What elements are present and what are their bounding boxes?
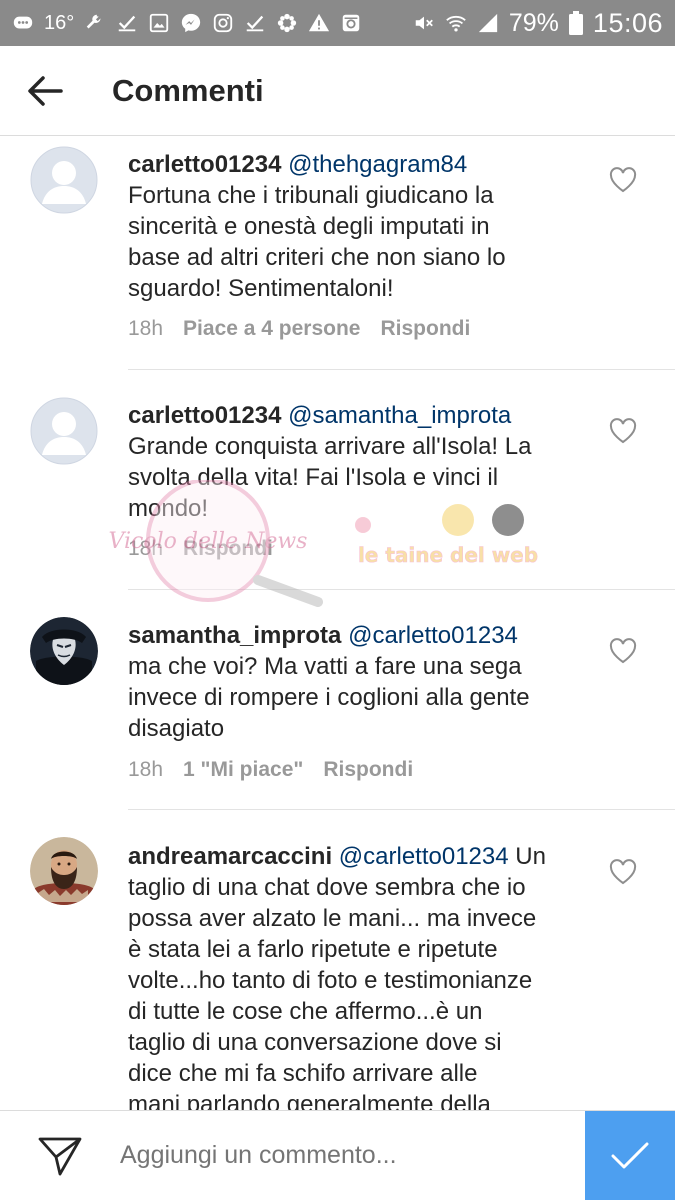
comment-line: invece di rompere i coglioni alla gente: [128, 684, 530, 711]
heart-icon[interactable]: [609, 167, 637, 193]
comment-mention[interactable]: @samantha_improta: [288, 402, 511, 429]
comment-line: Fortuna che i tribunali giudicano la: [128, 182, 494, 209]
comment-meta: 18h 1 "Mi piace" Rispondi: [128, 758, 413, 782]
comment-mention[interactable]: @thehgagram84: [288, 151, 467, 178]
comment-meta: 18h Rispondi: [128, 537, 273, 561]
comment-line: è stata lei a farlo ripetute e ripetute: [128, 936, 498, 963]
comment-text: carletto01234 @samantha_improta Grande c…: [128, 400, 588, 524]
avatar[interactable]: [30, 617, 98, 685]
mute-icon: [415, 16, 433, 30]
comment-line: Grande conquista arrivare all'Isola! La: [128, 433, 532, 460]
chat-bubble-icon: [13, 16, 33, 29]
comment-time: 18h: [128, 317, 164, 340]
comments-list[interactable]: carletto01234 @thehgagram84 Fortuna che …: [0, 137, 675, 1110]
comment-line: sincerità e onestà degli imputati in: [128, 213, 490, 240]
back-button[interactable]: [0, 46, 90, 136]
comment-time: 18h: [128, 537, 164, 560]
comment-username[interactable]: andreamarcaccini: [128, 843, 332, 870]
default-avatar-icon: [30, 146, 98, 214]
reply-button[interactable]: Rispondi: [380, 317, 470, 341]
comment-line: sguardo! Sentimentaloni!: [128, 275, 394, 302]
default-avatar-icon: [30, 397, 98, 465]
comment-line: disagiato: [128, 715, 225, 742]
divider: [128, 809, 675, 810]
comment-line: base ad altri criteri che non siano lo: [128, 244, 506, 271]
divider: [128, 589, 675, 590]
wrench-icon: [87, 14, 101, 29]
avatar[interactable]: [30, 837, 98, 905]
comment-composer: [0, 1110, 675, 1200]
check-download-icon-2: [247, 15, 264, 32]
reply-button[interactable]: Rispondi: [323, 758, 413, 782]
avatar[interactable]: [30, 146, 98, 214]
instagram-icon-2: [343, 14, 360, 32]
comment-username[interactable]: samantha_improta: [128, 622, 341, 649]
comment-line: volte...ho tanto di foto e testimonianze: [128, 967, 533, 994]
comment-line: taglio di una chat dove sembra che io: [128, 874, 526, 901]
comment-text: andreamarcaccini @carletto01234 Un tagli…: [128, 841, 588, 1110]
clock-time: 15:06: [592, 7, 663, 38]
flower-icon: [278, 13, 297, 33]
gallery-icon: [150, 13, 169, 33]
reply-button[interactable]: Rispondi: [183, 537, 273, 561]
avatar[interactable]: [30, 397, 98, 465]
masked-face-avatar: [30, 617, 98, 685]
comment-line: mani parlando generalmente della: [128, 1091, 491, 1110]
paper-plane-icon: [38, 1137, 82, 1175]
comment-text: samantha_improta @carletto01234 ma che v…: [128, 620, 588, 744]
comment-line: ma che voi? Ma vatti a fare una sega: [128, 653, 522, 680]
battery-icon: [568, 11, 583, 35]
check-download-icon: [119, 15, 136, 32]
comment-text: carletto01234 @thehgagram84 Fortuna che …: [128, 149, 588, 304]
arrow-left-icon: [28, 75, 63, 106]
divider: [128, 369, 675, 370]
comment-input[interactable]: [120, 1141, 585, 1170]
comment-meta: 18h Piace a 4 persone Rispondi: [128, 317, 470, 341]
heart-icon[interactable]: [609, 638, 637, 664]
checkmark-icon: [611, 1142, 649, 1168]
likes-count[interactable]: Piace a 4 persone: [183, 317, 360, 341]
comment-line: mondo!: [128, 495, 209, 522]
wifi-icon: [446, 15, 466, 32]
warning-icon: [309, 13, 330, 32]
signal-icon: [478, 13, 498, 33]
likes-count[interactable]: 1 "Mi piace": [183, 758, 303, 782]
comment-username[interactable]: carletto01234: [128, 402, 281, 429]
direct-share-button[interactable]: [0, 1111, 120, 1200]
comment-line: Un: [515, 843, 546, 870]
app-header: Commenti: [0, 46, 675, 136]
heart-icon[interactable]: [609, 418, 637, 444]
comment-line: di tutte le cose che affermo...è un: [128, 998, 483, 1025]
comment-mention[interactable]: @carletto01234: [348, 622, 518, 649]
comment-line: svolta della vita! Fai l'Isola e vinci i…: [128, 464, 499, 491]
comment-line: possa aver alzato le mani... ma invece: [128, 905, 537, 932]
temperature-text: 16°: [44, 11, 75, 34]
bearded-man-avatar: [30, 837, 98, 905]
comment-line: taglio di una conversazione dove si: [128, 1029, 502, 1056]
instagram-icon: [214, 13, 233, 33]
status-bar: 16° 79% 15:06: [0, 0, 675, 46]
comment-time: 18h: [128, 758, 164, 781]
page-title: Commenti: [112, 72, 264, 108]
comment-line: dice che mi fa schifo arrivare alle: [128, 1060, 478, 1087]
comment-username[interactable]: carletto01234: [128, 151, 281, 178]
heart-icon[interactable]: [609, 859, 637, 885]
messenger-icon: [182, 13, 201, 33]
comment-mention[interactable]: @carletto01234: [339, 843, 509, 870]
post-comment-button[interactable]: [585, 1110, 675, 1200]
battery-percent: 79%: [508, 8, 559, 37]
